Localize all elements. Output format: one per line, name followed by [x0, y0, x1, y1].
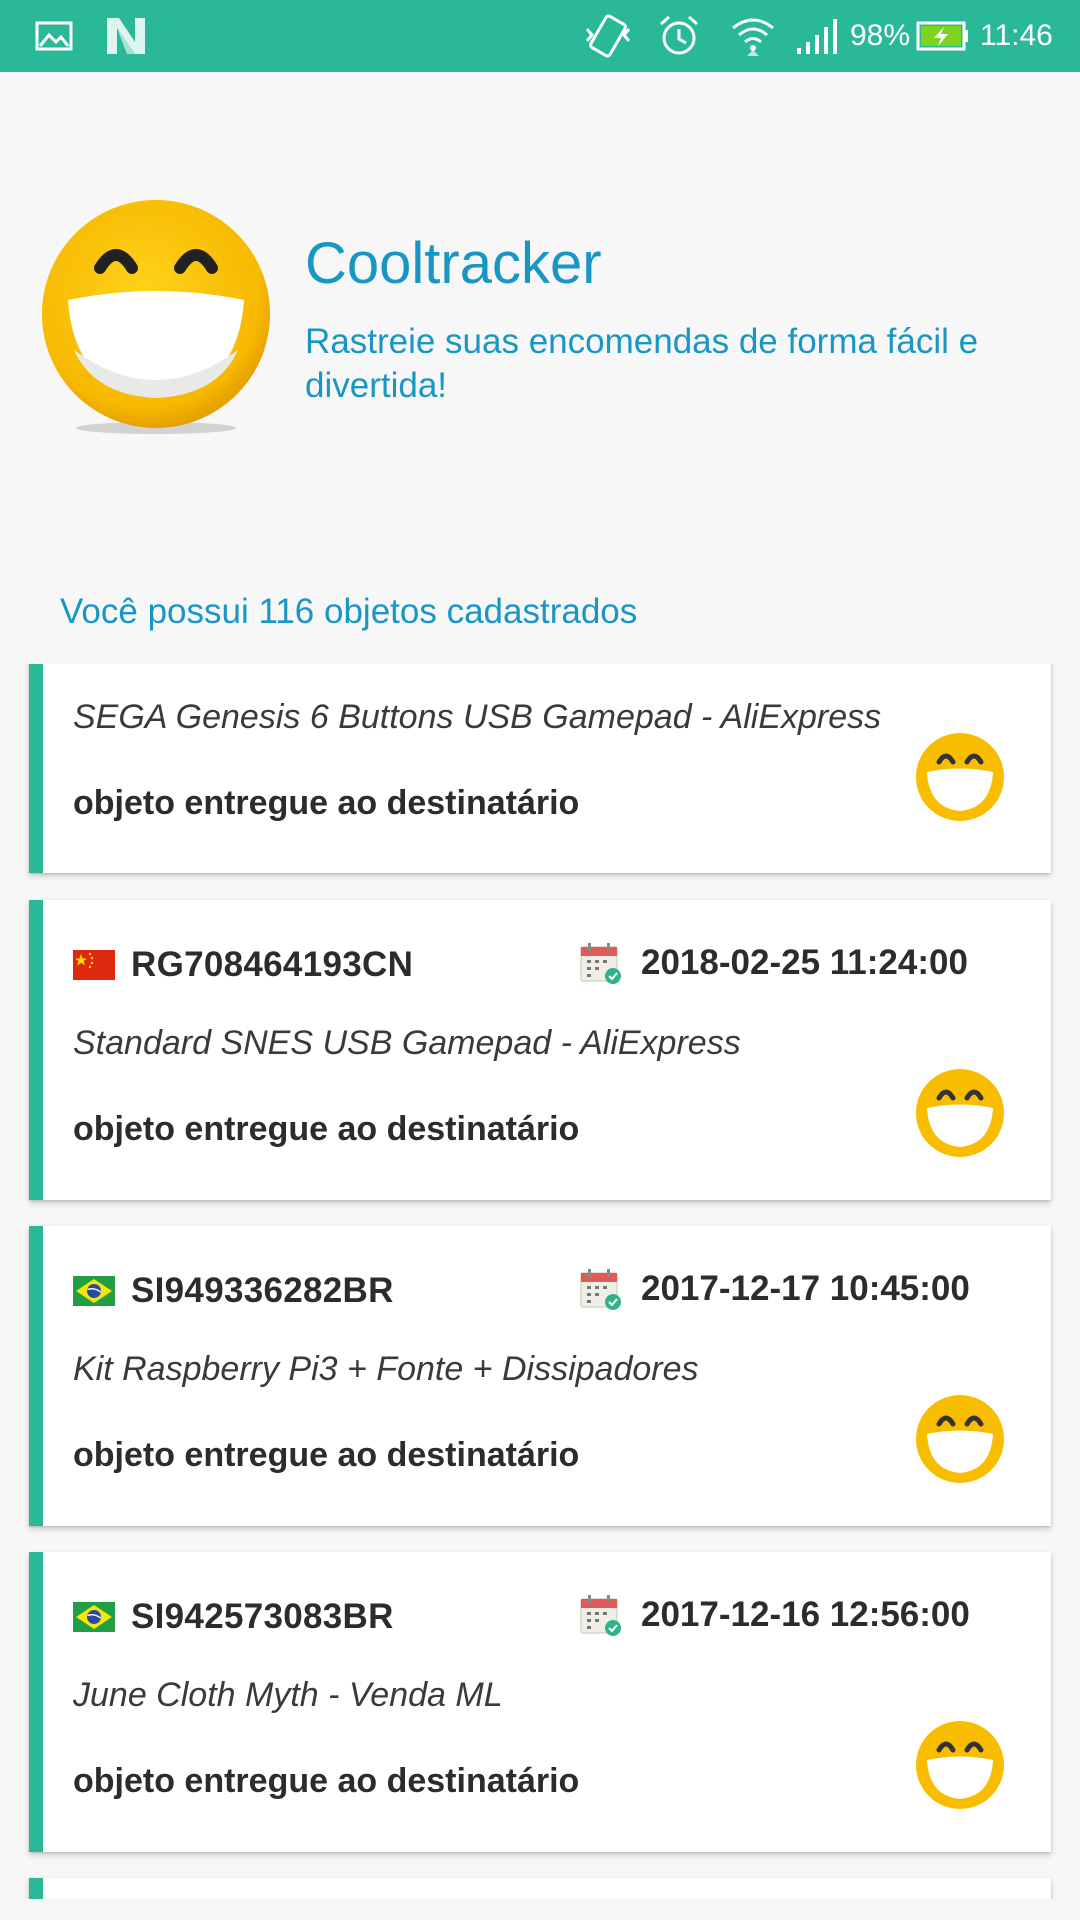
wifi-icon: [728, 0, 778, 72]
objects-count: Você possui 116 objetos cadastrados: [60, 592, 638, 631]
calendar-check-icon: [580, 943, 621, 984]
tracking-code: SI949336282BR: [131, 1271, 394, 1310]
happy-smiley-icon: [916, 1395, 1004, 1483]
package-list[interactable]: SEGA Genesis 6 Buttons USB Gamepad - Ali…: [0, 664, 1080, 1899]
package-description: Kit Raspberry Pi3 + Fonte + Dissipadores: [73, 1350, 699, 1388]
brazil-flag-icon: [73, 1276, 115, 1306]
tracking-date: 2017-12-17 10:45:00: [641, 1269, 970, 1308]
package-description: Standard SNES USB Gamepad - AliExpress: [73, 1024, 741, 1062]
package-status: objeto entregue ao destinatário: [73, 1436, 580, 1474]
calendar-check-icon: [580, 1595, 621, 1636]
happy-smiley-icon: [916, 1721, 1004, 1809]
package-card[interactable]: SI942573083BR 2017-12-16 12:56:00 June C…: [29, 1552, 1051, 1852]
package-card[interactable]: SEGA Genesis 6 Buttons USB Gamepad - Ali…: [29, 664, 1051, 873]
status-bar: 98% 11:46: [0, 0, 1080, 72]
package-status: objeto entregue ao destinatário: [73, 784, 580, 822]
package-card[interactable]: RG708464193CN 2018-02-25 11:24:00 Standa…: [29, 900, 1051, 1200]
alarm-icon: [656, 0, 702, 72]
n-notification-icon: [104, 0, 148, 72]
gallery-notification-icon: [34, 0, 74, 72]
clock: 11:46: [980, 19, 1053, 52]
happy-smiley-icon: [916, 1069, 1004, 1157]
battery-percent: 98%: [850, 19, 911, 52]
package-card[interactable]: [29, 1878, 1051, 1899]
package-status: objeto entregue ao destinatário: [73, 1762, 580, 1800]
app-title: Cooltracker: [305, 231, 602, 296]
tracking-date: 2018-02-25 11:24:00: [641, 943, 968, 982]
battery-charging-icon: [916, 0, 970, 72]
calendar-check-icon: [580, 1269, 621, 1310]
package-card[interactable]: SI949336282BR 2017-12-17 10:45:00 Kit Ra…: [29, 1226, 1051, 1526]
happy-smiley-icon: [916, 733, 1004, 821]
tracking-date: 2017-12-16 12:56:00: [641, 1595, 970, 1634]
package-description: June Cloth Myth - Venda ML: [73, 1676, 503, 1714]
package-description: SEGA Genesis 6 Buttons USB Gamepad - Ali…: [73, 698, 882, 736]
tracking-code: SI942573083BR: [131, 1597, 394, 1636]
app-subtitle: Rastreie suas encomendas de forma fácil …: [305, 322, 979, 405]
china-flag-icon: [73, 950, 115, 980]
brazil-flag-icon: [73, 1602, 115, 1632]
signal-icon: [794, 0, 842, 72]
cooltracker-logo: [38, 200, 274, 436]
tracking-code: RG708464193CN: [131, 945, 414, 984]
package-status: objeto entregue ao destinatário: [73, 1110, 580, 1148]
vibrate-icon: [582, 0, 634, 72]
